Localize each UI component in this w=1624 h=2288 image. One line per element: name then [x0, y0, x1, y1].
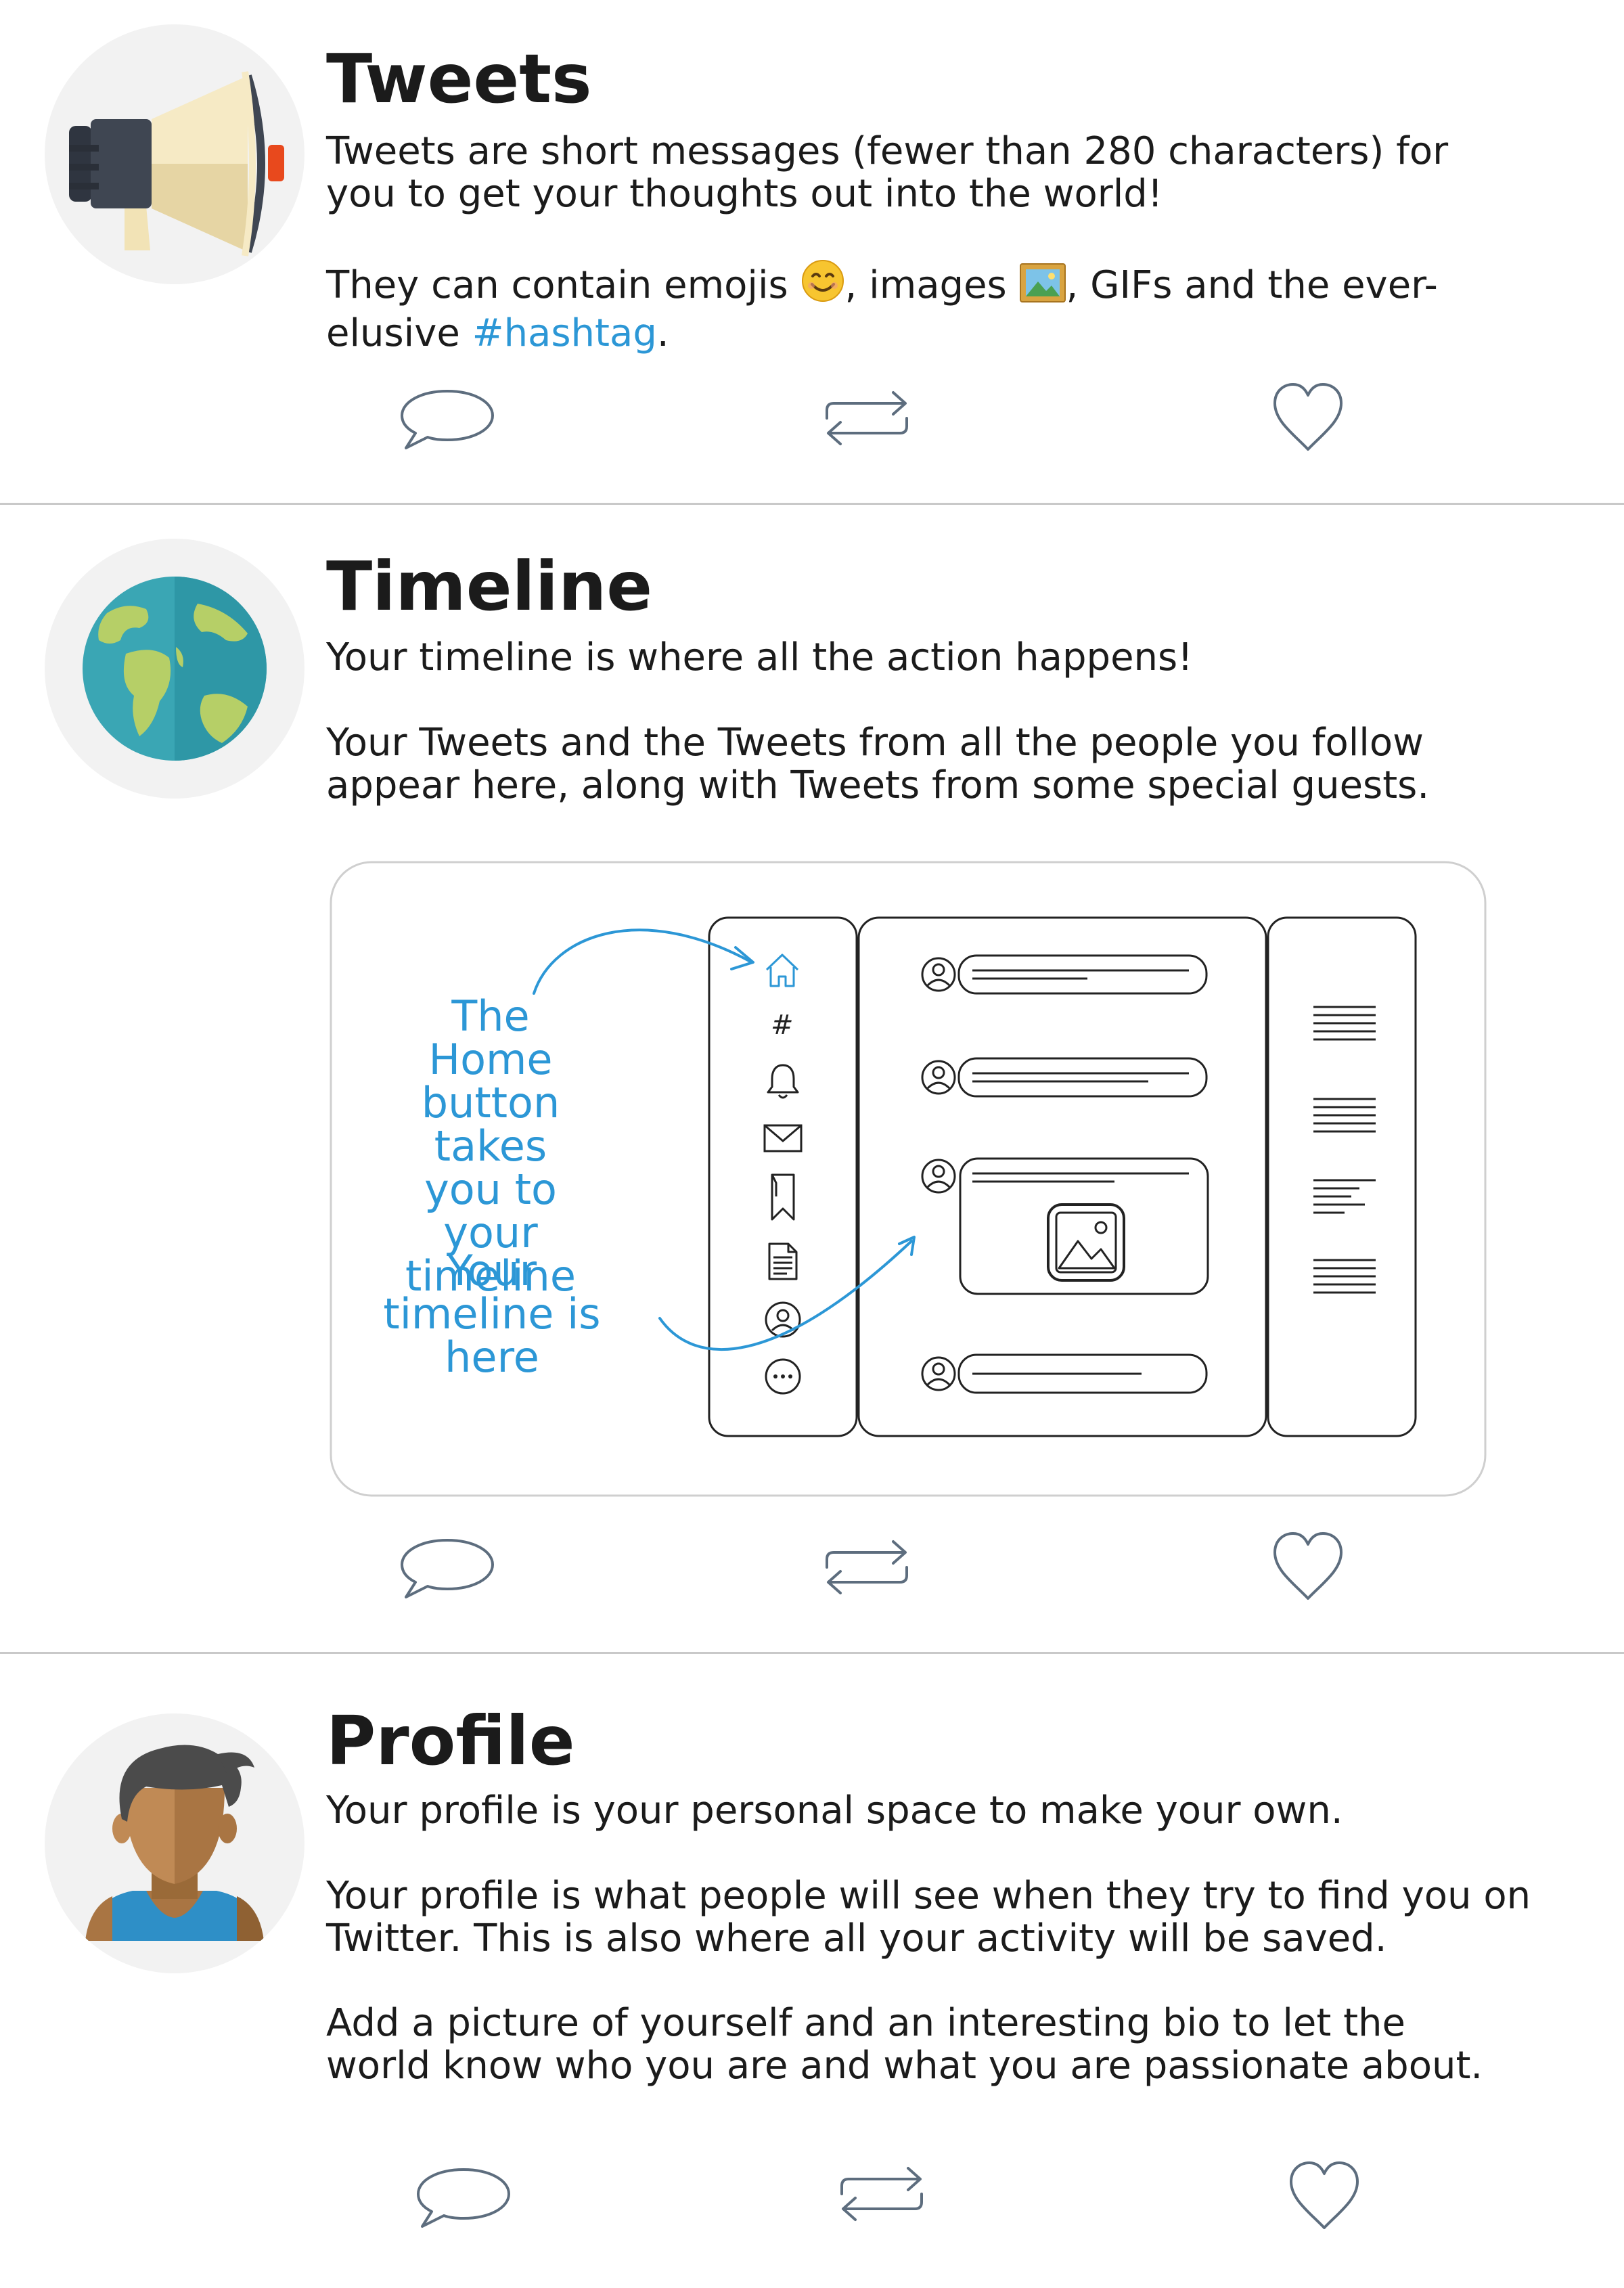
framed-picture-emoji-icon	[1019, 263, 1066, 312]
section-divider	[0, 503, 1624, 505]
text-segment: They can contain emojis	[326, 263, 800, 307]
profile-description: Your profile is your personal space to m…	[326, 1789, 1343, 1833]
text-segment: , images	[844, 263, 1019, 307]
timeline-details: Your Tweets and the Tweets from all the …	[326, 721, 1430, 807]
megaphone-icon	[45, 24, 304, 284]
timeline-diagram: # The Home button takes you to your time…	[330, 861, 1487, 1497]
reply-bubble-icon[interactable]	[398, 1536, 497, 1601]
smiley-emoji-icon	[800, 259, 845, 312]
heart-icon[interactable]	[1269, 1528, 1347, 1604]
section-divider	[0, 1652, 1624, 1654]
profile-visibility: Your profile is what people will see whe…	[326, 1874, 1531, 1960]
timeline-description: Your timeline is where all the action ha…	[326, 635, 1193, 679]
heart-icon[interactable]	[1286, 2157, 1363, 2233]
text-segment: .	[656, 311, 669, 355]
retweet-icon[interactable]	[832, 2156, 931, 2232]
page-title: Timeline	[326, 547, 653, 626]
hashtag-link[interactable]: #hashtag	[472, 311, 657, 355]
tweets-description: Tweets are short messages (fewer than 28…	[326, 129, 1449, 216]
globe-icon	[45, 539, 304, 799]
profile-tip: Add a picture of yourself and an interes…	[326, 2001, 1483, 2088]
heart-icon[interactable]	[1269, 379, 1347, 455]
page-title: Tweets	[326, 39, 592, 118]
reply-bubble-icon[interactable]	[398, 387, 497, 452]
retweet-icon[interactable]	[817, 1529, 916, 1605]
reply-bubble-icon[interactable]	[414, 2166, 513, 2230]
timeline-callout: Your timeline is here	[383, 1246, 601, 1382]
tweets-content-types: They can contain emojis , images , GIFs …	[326, 259, 1517, 355]
page-title: Profile	[326, 1701, 575, 1780]
retweet-icon[interactable]	[817, 380, 916, 456]
person-avatar-icon	[45, 1713, 304, 1973]
